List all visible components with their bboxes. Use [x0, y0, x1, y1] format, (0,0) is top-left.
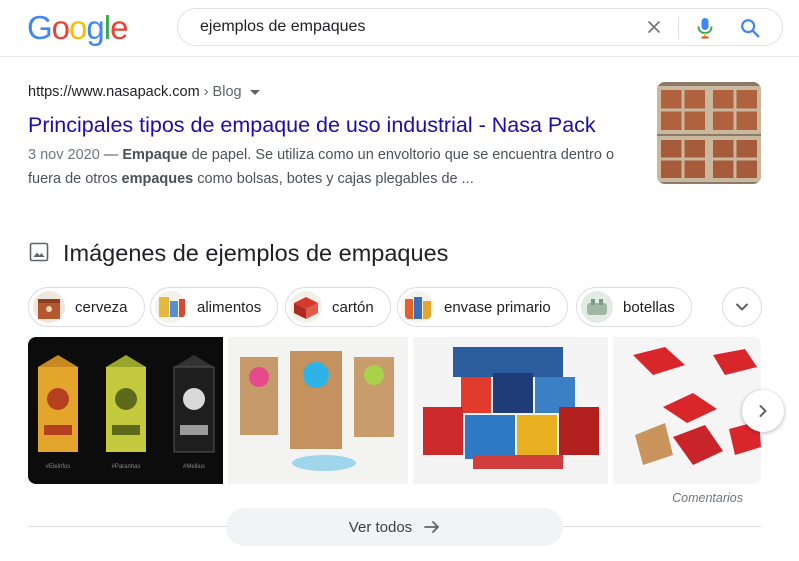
chevron-down-icon[interactable] — [249, 89, 260, 95]
shoe-boxes-image — [613, 337, 761, 484]
arrow-right-icon — [424, 521, 440, 533]
expand-chips-button[interactable] — [722, 287, 762, 327]
chip-label: botellas — [623, 298, 675, 316]
result-url-domain: https://www.nasapack.com — [28, 84, 200, 100]
chevron-down-icon — [736, 303, 748, 311]
chip-label: envase primario — [444, 298, 551, 316]
logo-letter: G — [27, 9, 53, 46]
chip-thumbnail — [155, 291, 187, 323]
result-date: 3 nov 2020 — [28, 147, 100, 163]
image-tile-soda-display[interactable] — [413, 337, 608, 484]
search-divider — [678, 17, 679, 39]
logo-letter: e — [110, 9, 128, 46]
soda-display-image — [413, 337, 608, 484]
next-images-button[interactable] — [742, 390, 784, 432]
crates-image — [657, 82, 761, 184]
tile-caption: #Eleinfos — [46, 464, 71, 470]
image-tile-shoe-boxes[interactable] — [613, 337, 761, 484]
chip-label: alimentos — [197, 298, 262, 316]
logo-letter: g — [86, 9, 104, 46]
tile-caption: #Paranhas — [111, 464, 140, 470]
feedback-link[interactable]: Comentarios — [672, 491, 743, 505]
chip-thumbnail — [581, 291, 613, 323]
image-tile-paper-bags[interactable] — [228, 337, 408, 484]
image-tile-cookie-boxes[interactable]: #Eleinfos #Paranhas #Meilius — [28, 337, 223, 484]
header-bar: Google — [0, 0, 799, 57]
microphone-icon[interactable] — [696, 16, 714, 40]
result-title-link[interactable]: Principales tipos de empaque de uso indu… — [28, 111, 596, 139]
snippet-text: — — [99, 147, 123, 163]
logo-letter: o — [69, 9, 87, 46]
chip-label: cartón — [332, 298, 374, 316]
tile-caption: #Meilius — [183, 464, 205, 470]
images-section-title: Imágenes de ejemplos de empaques — [63, 240, 449, 266]
clear-icon[interactable] — [644, 17, 664, 37]
chip-thumbnail — [290, 291, 322, 323]
snippet-bold: empaques — [121, 171, 194, 187]
see-all-button[interactable]: Ver todos — [226, 508, 563, 546]
snippet-text: como bolsas, botes y cajas plegables de … — [193, 171, 474, 187]
see-all-label: Ver todos — [348, 518, 413, 536]
result-breadcrumb: › Blog — [199, 84, 242, 100]
chip-cerveza[interactable]: cerveza — [28, 287, 145, 327]
chip-carton[interactable]: cartón — [285, 287, 391, 327]
logo-letter: o — [51, 9, 70, 46]
search-input[interactable] — [200, 9, 620, 45]
chip-thumbnail — [33, 291, 65, 323]
google-logo[interactable]: Google — [27, 9, 128, 46]
cookie-boxes-image: #Eleinfos #Paranhas #Meilius — [28, 337, 223, 484]
result-thumbnail[interactable] — [657, 82, 761, 184]
search-box — [177, 8, 783, 46]
chevron-right-icon — [759, 405, 767, 417]
snippet-bold: Empaque — [122, 147, 188, 163]
chip-envase-primario[interactable]: envase primario — [397, 287, 568, 327]
chip-alimentos[interactable]: alimentos — [150, 287, 279, 327]
paper-bags-image — [228, 337, 408, 484]
chip-label: cerveza — [75, 298, 128, 316]
result-url[interactable]: https://www.nasapack.com › Blog — [28, 82, 260, 102]
search-icon[interactable] — [739, 17, 761, 39]
image-icon — [29, 242, 49, 262]
chip-thumbnail — [402, 291, 434, 323]
result-snippet: 3 nov 2020 — Empaque de papel. Se utiliz… — [28, 143, 628, 191]
chip-botellas[interactable]: botellas — [576, 287, 692, 327]
